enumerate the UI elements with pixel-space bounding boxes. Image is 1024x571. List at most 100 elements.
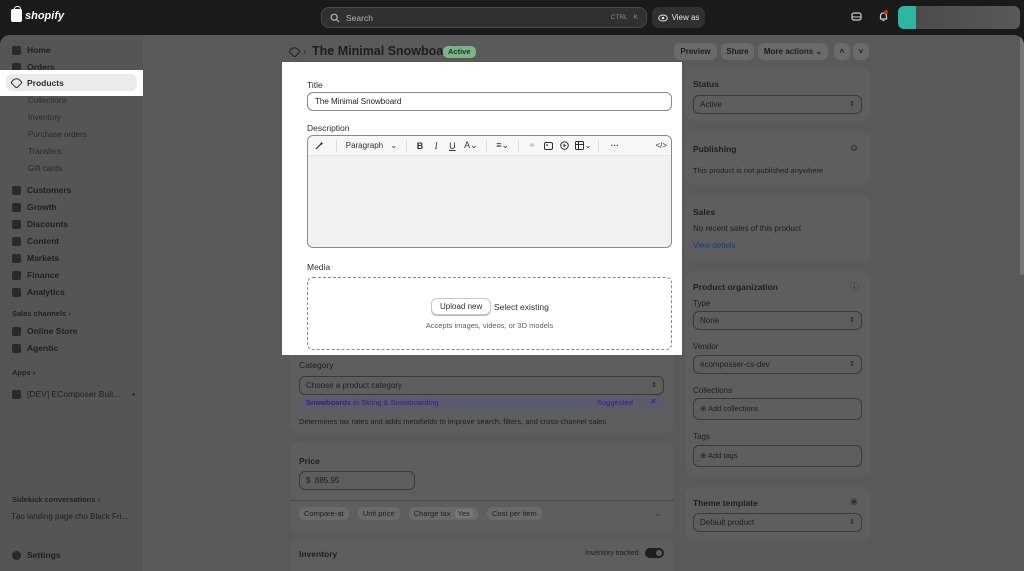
title-input[interactable]: The Minimal Snowboard [307, 92, 672, 111]
vendor-select[interactable]: ecomposser-cs-dev ⇕ [693, 355, 862, 374]
category-suggestion[interactable]: Snowboards in Skiing & Snowboarding Sugg… [299, 397, 664, 409]
sidebar-item-label: Discounts [27, 219, 69, 229]
collections-field[interactable]: ⊕ Add collections [693, 398, 862, 420]
search-bar[interactable]: Search CTRL K [321, 7, 647, 28]
magic-wand-icon[interactable] [308, 136, 331, 156]
publishing-label: Publishing [693, 144, 737, 154]
status-value: Active [700, 100, 722, 109]
divider [290, 500, 674, 501]
theme-template-select[interactable]: Default product ⇕ [693, 513, 862, 532]
info-icon[interactable]: ⓘ [850, 280, 859, 293]
description-editor-body[interactable] [308, 156, 671, 247]
sidebar-item-label: Settings [27, 550, 61, 560]
bold-icon[interactable]: B [412, 136, 428, 156]
eye-icon[interactable]: ◉ [850, 496, 858, 507]
price-input[interactable]: $ 885.95 [299, 471, 415, 490]
product-tag-icon[interactable] [288, 45, 301, 58]
category-label: Category [299, 360, 334, 370]
link-icon[interactable]: ⚭ [524, 136, 540, 156]
sliders-icon[interactable]: ⚙ [850, 143, 858, 154]
category-select[interactable]: Choose a product category ⇕ [299, 376, 664, 395]
editor-toolbar: Paragraph ⌄ B I U A⌄ ≡⌄ ⚭ ⌄ ··· </> [308, 136, 671, 156]
more-actions-label: More actions [763, 47, 814, 56]
compare-at-button[interactable]: Compare-at [299, 507, 349, 520]
description-editor[interactable]: Paragraph ⌄ B I U A⌄ ≡⌄ ⚭ ⌄ ··· </> [307, 135, 672, 248]
view-as-button[interactable]: View as [652, 7, 705, 28]
code-view-icon[interactable]: </> [625, 136, 671, 156]
vendor-value: ecomposser-cs-dev [700, 360, 770, 369]
status-select[interactable]: Active ⇕ [693, 95, 862, 114]
store-account-menu[interactable] [898, 6, 1020, 29]
paragraph-format-select[interactable]: Paragraph ⌄ [342, 136, 401, 156]
category-hint: Determines tax rates and adds metafields… [299, 417, 607, 426]
sales-label: Sales [693, 207, 716, 217]
sidekick-conversation-item[interactable]: Tạo landing page cho Black Fri... [11, 512, 128, 521]
inbox-icon[interactable] [851, 11, 863, 23]
add-tags-chip[interactable]: ⊕ Add tags [700, 451, 738, 460]
sidebar-item-analytics[interactable]: Analytics [12, 285, 65, 299]
select-existing-button[interactable]: Select existing [494, 302, 549, 312]
next-product-button[interactable]: ˅ [853, 43, 869, 60]
preview-button[interactable]: Preview [674, 43, 717, 60]
add-collections-chip[interactable]: ⊕ Add collections [700, 404, 758, 413]
sidebar-item-online-store[interactable]: Online Store [12, 324, 78, 338]
suggestion-category: Snowboards [306, 398, 352, 407]
chevron-down-icon: ⌄ [815, 47, 823, 56]
sidebar-item-agentic[interactable]: Agentic [12, 341, 58, 355]
sidebar-item-products-active[interactable]: Products [6, 74, 137, 91]
sidebar-subitem-gift-cards[interactable]: Gift cards [28, 164, 62, 173]
sidebar-subitem-inventory[interactable]: Inventory [28, 113, 61, 122]
toolbar-divider [518, 139, 520, 152]
theme-template-value: Default product [700, 518, 755, 527]
sidebar-item-home[interactable]: Home [12, 43, 51, 57]
media-hint: Accepts images, videos, or 3D models [425, 321, 554, 330]
more-actions-button[interactable]: More actions ⌄ [758, 43, 828, 60]
analytics-icon [12, 287, 21, 297]
upload-new-button[interactable]: Upload new [431, 298, 492, 315]
apps-heading[interactable]: Apps › [12, 368, 35, 377]
sidebar-item-label: Markets [27, 253, 60, 263]
sidebar-item-products[interactable]: Products [0, 70, 143, 96]
previous-product-button[interactable]: ˄ [834, 43, 850, 60]
sidebar-item-settings[interactable]: Settings [12, 548, 61, 562]
more-options-icon[interactable]: ··· [604, 136, 625, 156]
cost-per-item-button[interactable]: Cost per item [487, 507, 542, 520]
toolbar-divider [598, 139, 600, 152]
type-select[interactable]: None ⇕ [693, 311, 862, 330]
sidebar-item-customers[interactable]: Customers [12, 183, 71, 197]
tags-field[interactable]: ⊕ Add tags [693, 445, 862, 467]
share-button[interactable]: Share [721, 43, 754, 60]
sales-channels-heading[interactable]: Sales channels › [12, 309, 71, 318]
shopify-logo[interactable]: shopify [11, 6, 64, 22]
apps-label: Apps [12, 368, 31, 377]
unit-price-button[interactable]: Unit price [357, 507, 400, 520]
dismiss-suggestion-icon[interactable]: ✕ [650, 397, 657, 406]
sidebar-item-markets[interactable]: Markets [12, 251, 59, 265]
search-placeholder: Search [346, 12, 373, 23]
sidebar-subitem-collections[interactable]: Collections [28, 96, 67, 105]
align-left-icon[interactable]: ≡⌄ [492, 136, 513, 156]
sidekick-heading[interactable]: Sidekick conversations › [12, 495, 100, 504]
pricing-options: Compare-at Unit price Charge tax Yes Cos… [299, 507, 549, 520]
image-icon[interactable] [540, 136, 556, 156]
inventory-tracked-label: Inventory tracked [585, 550, 639, 557]
inventory-tracked-toggle[interactable] [645, 548, 664, 558]
sidebar-item-discounts[interactable]: Discounts [12, 217, 68, 231]
page-scrollbar[interactable] [1020, 35, 1024, 275]
expand-pricing-icon[interactable]: ⌄ [654, 508, 662, 519]
sidebar-item-finance[interactable]: Finance [12, 268, 59, 282]
table-icon[interactable]: ⌄ [573, 136, 594, 156]
sidebar-item-label: Finance [27, 270, 60, 280]
sidebar-item-content[interactable]: Content [12, 234, 59, 248]
sidebar-subitem-purchase-orders[interactable]: Purchase orders [28, 130, 87, 139]
italic-icon[interactable]: I [428, 136, 444, 156]
video-icon[interactable] [556, 136, 572, 156]
view-details-link[interactable]: View details [693, 241, 736, 250]
sidebar-item-ecomposer-app[interactable]: [DEV] EComposer Buil... • [12, 387, 135, 401]
text-color-icon[interactable]: A⌄ [460, 136, 481, 156]
charge-tax-button[interactable]: Charge tax Yes [408, 507, 478, 520]
sidebar-item-growth[interactable]: Growth [12, 200, 57, 214]
underline-icon[interactable]: U [444, 136, 460, 156]
sidebar-subitem-transfers[interactable]: Transfers [28, 147, 62, 156]
media-dropzone[interactable]: Upload new Select existing Accepts image… [307, 277, 672, 350]
